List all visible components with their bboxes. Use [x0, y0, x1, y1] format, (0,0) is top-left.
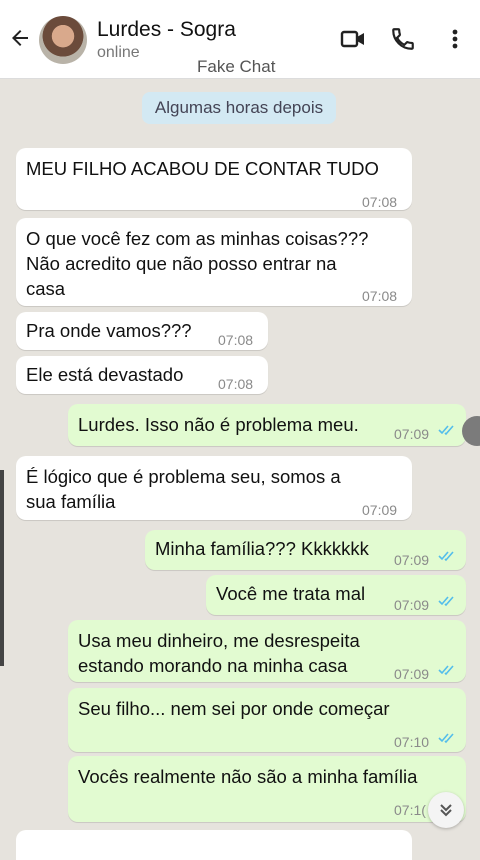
incoming-message[interactable]: O que você fez com as minhas coisas??? N…	[16, 218, 412, 306]
more-vertical-icon[interactable]	[442, 26, 468, 52]
watermark-text: Fake Chat	[197, 57, 276, 76]
message-text: Ele está devastado	[26, 364, 184, 385]
message-text: Vocês realmente não são a minha família	[78, 766, 418, 787]
message-text: Você me trata mal	[216, 583, 366, 604]
message-text: Lurdes. Isso não é problema meu.	[78, 414, 359, 435]
incoming-message[interactable]: MEU FILHO ACABOU DE CONTAR TUDO 07:08	[16, 148, 412, 210]
message-time: 07:08	[362, 288, 398, 304]
message-time: 07:09	[394, 426, 430, 442]
message-text: Seu filho... nem sei por onde começar	[78, 698, 390, 719]
message-time: 07:08	[218, 376, 254, 392]
scrollbar[interactable]	[0, 470, 4, 666]
message-text: Usa meu dinheiro, me desrespeita estando…	[78, 630, 360, 676]
message-time: 07:09	[362, 502, 398, 518]
scroll-down-button[interactable]	[428, 792, 464, 828]
edge-handle[interactable]	[462, 416, 480, 446]
message-time: 07:1(	[394, 802, 426, 818]
message-text: Pra onde vamos???	[26, 320, 192, 341]
read-receipt-icon	[438, 425, 454, 436]
read-receipt-icon	[438, 596, 454, 607]
message-time: 07:10	[394, 734, 430, 750]
chat-header: Lurdes - Sogra online Fake Chat	[0, 0, 480, 79]
outgoing-message[interactable]: Seu filho... nem sei por onde começar 07…	[68, 688, 466, 752]
outgoing-message[interactable]: Usa meu dinheiro, me desrespeita estando…	[68, 620, 466, 682]
date-separator: Algumas horas depois	[142, 92, 336, 124]
incoming-message[interactable]: Ele está devastado 07:08	[16, 356, 268, 394]
contact-name[interactable]: Lurdes - Sogra	[97, 18, 236, 42]
read-receipt-icon	[438, 551, 454, 562]
contact-status: online	[97, 44, 140, 61]
incoming-message[interactable]: É lógico que é problema seu, somos a sua…	[16, 456, 412, 520]
video-call-icon[interactable]	[340, 26, 366, 52]
message-text: O que você fez com as minhas coisas??? N…	[26, 228, 369, 299]
message-time: 07:09	[394, 552, 430, 568]
outgoing-message[interactable]: Vocês realmente não são a minha família …	[68, 756, 466, 822]
incoming-message[interactable]: Pra onde vamos??? 07:08	[16, 312, 268, 350]
outgoing-message[interactable]: Você me trata mal 07:09	[206, 575, 466, 615]
outgoing-message[interactable]: Minha família??? Kkkkkkk 07:09	[145, 530, 466, 570]
message-text: É lógico que é problema seu, somos a sua…	[26, 466, 341, 512]
double-chevron-down-icon	[440, 804, 452, 817]
message-time: 07:09	[394, 597, 430, 613]
message-time: 07:08	[218, 332, 254, 348]
next-message-partial	[16, 830, 412, 860]
outgoing-message[interactable]: Lurdes. Isso não é problema meu. 07:09	[68, 404, 466, 446]
avatar[interactable]	[39, 16, 87, 64]
read-receipt-icon	[438, 665, 454, 676]
message-text: Minha família??? Kkkkkkk	[155, 538, 369, 559]
back-arrow-icon[interactable]	[8, 26, 32, 50]
phone-icon[interactable]	[390, 26, 416, 52]
read-receipt-icon	[438, 733, 454, 744]
message-time: 07:08	[362, 194, 398, 210]
message-time: 07:09	[394, 666, 430, 682]
message-text: MEU FILHO ACABOU DE CONTAR TUDO	[26, 158, 379, 179]
